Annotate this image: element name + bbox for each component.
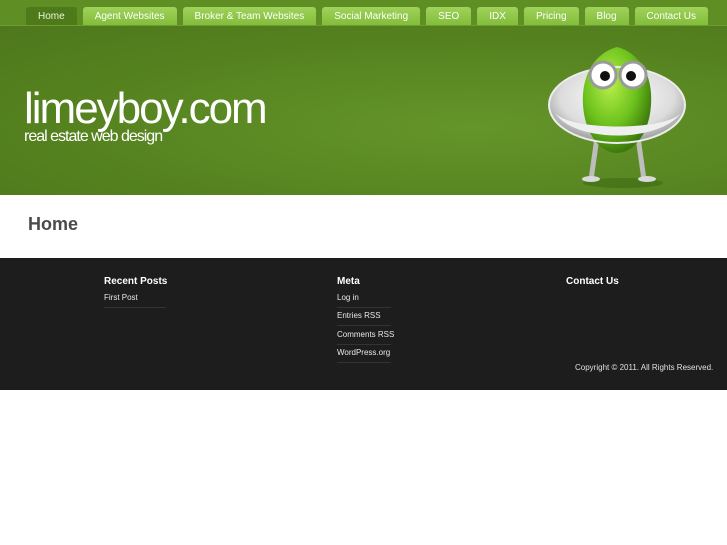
- nav-tab-home[interactable]: Home: [26, 7, 77, 25]
- meta-link-entries-rss[interactable]: Entries RSS: [337, 311, 381, 320]
- nav-tab-blog[interactable]: Blog: [584, 7, 629, 25]
- divider: [337, 325, 391, 326]
- recent-post-link[interactable]: First Post: [104, 293, 138, 302]
- meta-heading: Meta: [337, 276, 360, 287]
- top-banner: Home Agent Websites Broker & Team Websit…: [0, 0, 727, 195]
- copyright-text: Copyright © 2011. All Rights Reserved.: [575, 363, 714, 372]
- nav-tab-contact-us[interactable]: Contact Us: [634, 7, 709, 25]
- main-nav: Home Agent Websites Broker & Team Websit…: [26, 7, 709, 25]
- recent-posts-heading: Recent Posts: [104, 276, 168, 287]
- site-logo[interactable]: limeyboy.com: [24, 84, 268, 134]
- nav-tab-seo[interactable]: SEO: [426, 7, 472, 25]
- lime-mascot-icon: [548, 47, 686, 188]
- meta-link-wordpress-org[interactable]: WordPress.org: [337, 348, 390, 357]
- nav-tab-agent-websites[interactable]: Agent Websites: [82, 7, 177, 25]
- page-title: Home: [28, 214, 79, 234]
- divider: [337, 344, 391, 345]
- page-title-area: Home: [0, 195, 727, 258]
- nav-tab-idx[interactable]: IDX: [477, 7, 518, 25]
- site-footer: Recent Posts First Post Meta Log in Entr…: [0, 258, 727, 390]
- nav-tab-broker-team-websites[interactable]: Broker & Team Websites: [182, 7, 317, 25]
- nav-tab-pricing[interactable]: Pricing: [523, 7, 579, 25]
- divider: [337, 362, 391, 363]
- meta-link-log-in[interactable]: Log in: [337, 293, 359, 302]
- divider: [104, 307, 166, 308]
- site-tagline: real estate web design: [24, 128, 163, 145]
- meta-link-comments-rss[interactable]: Comments RSS: [337, 330, 394, 339]
- nav-tab-social-marketing[interactable]: Social Marketing: [322, 7, 421, 25]
- divider: [337, 307, 391, 308]
- contact-heading: Contact Us: [566, 276, 619, 287]
- nav-bar: Home Agent Websites Broker & Team Websit…: [0, 0, 727, 26]
